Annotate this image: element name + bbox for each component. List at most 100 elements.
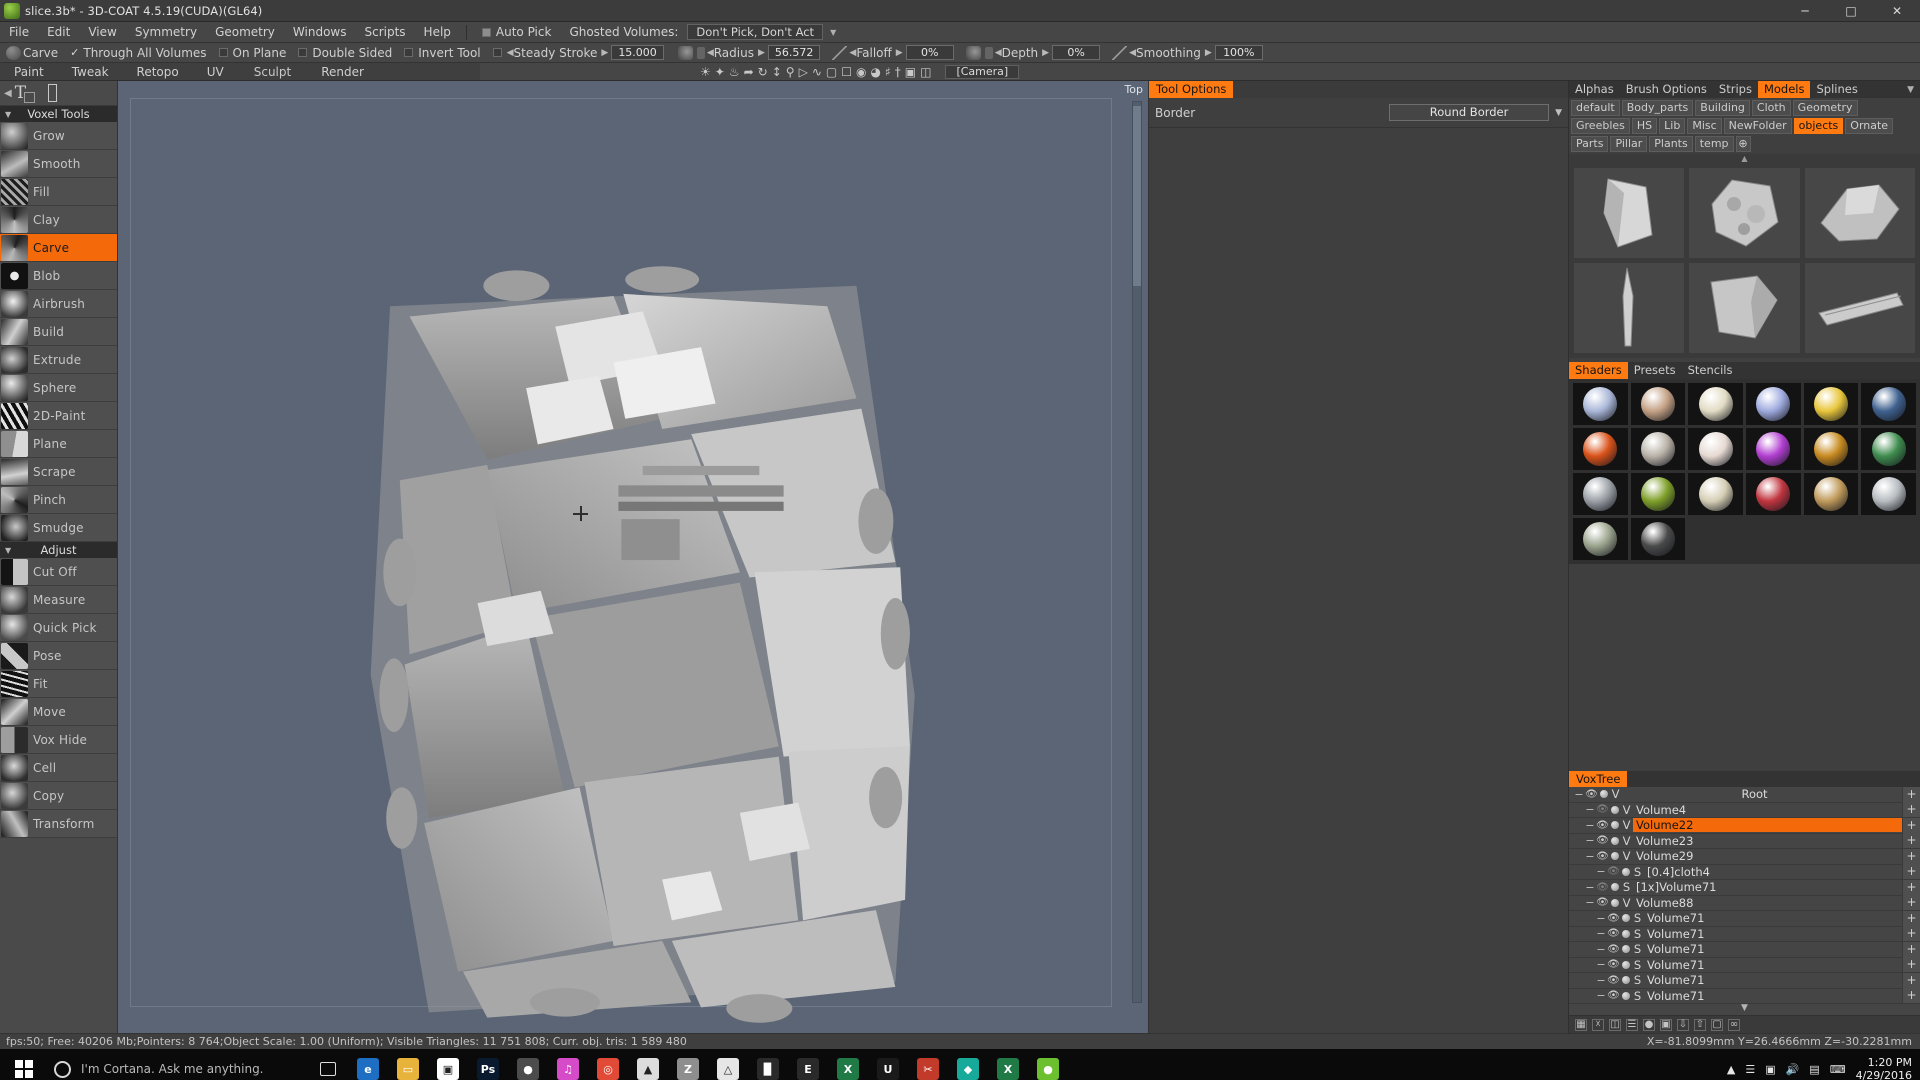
shader-ball-13[interactable] [1630,473,1686,515]
folder-pillar[interactable]: Pillar [1610,136,1648,152]
expand-toggle-icon[interactable]: − [1584,819,1596,832]
taskbar-app-explorer[interactable]: ▭ [388,1049,428,1080]
tool-clay[interactable]: Clay [0,206,117,234]
menu-file[interactable]: File [0,22,38,43]
folder-building[interactable]: Building [1695,100,1750,116]
tab-shaders[interactable]: Shaders [1569,362,1628,379]
model-thumb-rock-shard-c[interactable] [1803,167,1916,259]
curve-icon[interactable]: ∿ [812,65,822,79]
border-select[interactable]: Round Border ▼ [1389,104,1562,121]
tab-voxtree[interactable]: VoxTree [1569,771,1628,787]
menu-edit[interactable]: Edit [38,22,79,43]
folder-temp[interactable]: temp [1694,136,1734,152]
folder-misc[interactable]: Misc [1687,118,1722,134]
grid-icon[interactable]: ▦ [1575,1018,1587,1031]
add-layer-icon[interactable]: + [1902,910,1920,926]
chevron-up-icon[interactable]: ▲ [1727,1063,1735,1076]
taskbar-app-chrome[interactable]: ◎ [588,1049,628,1080]
color-swatch[interactable] [48,84,58,102]
clone-icon[interactable]: ▣ [1660,1018,1672,1031]
taskbar-app-excel[interactable]: X [828,1049,868,1080]
expand-toggle-icon[interactable]: − [1584,896,1596,909]
tool-move[interactable]: Move [0,698,117,726]
double-sided-checkbox[interactable] [298,48,308,57]
visibility-eye-icon[interactable]: 👁 [1607,913,1620,924]
falloff-value[interactable]: 0% [905,45,954,60]
layer-name[interactable]: [0.4]cloth4 [1644,865,1902,879]
radius-dec-icon[interactable]: ◀ [707,48,714,58]
tool-smooth[interactable]: Smooth [0,150,117,178]
radius-value[interactable]: 56.572 [767,45,821,60]
expand-toggle-icon[interactable]: − [1584,834,1596,847]
tool-plane[interactable]: Plane [0,430,117,458]
cortana-search-box[interactable]: I'm Cortana. Ask me anything. [48,1054,308,1080]
move-icon[interactable]: ➦ [744,65,754,79]
visibility-eye-icon[interactable]: 👁 [1596,820,1609,831]
taskbar-app-store[interactable]: ▣ [428,1049,468,1080]
tool-grow[interactable]: Grow [0,122,117,150]
shader-ball-15[interactable] [1746,473,1801,515]
close-button[interactable]: ✕ [1874,0,1920,22]
tool-measure[interactable]: Measure [0,586,117,614]
ghosted-volumes-select[interactable]: Don't Pick, Don't Act [687,24,824,40]
folder-geometry[interactable]: Geometry [1792,100,1858,116]
add-layer-icon[interactable]: + [1902,817,1920,833]
visibility-eye-icon[interactable]: 👁 [1607,866,1620,877]
voxtree-row[interactable]: − 👁 S [1x]Volume71 + [1569,879,1920,896]
taskbar-app-excel2[interactable]: X [988,1049,1028,1080]
radius-inc-icon[interactable]: ▶ [758,48,765,58]
expand-toggle-icon[interactable]: − [1595,912,1607,925]
flame-icon[interactable]: ♨ [729,65,740,79]
visibility-eye-icon[interactable]: 👁 [1596,804,1609,815]
menu-geometry[interactable]: Geometry [206,22,284,43]
maximize-button[interactable]: □ [1828,0,1874,22]
taskbar-app-epic-alt[interactable]: ▉ [748,1049,788,1080]
shader-ball-0[interactable] [1573,383,1628,425]
falloff-inc-icon[interactable]: ▶ [896,48,903,58]
add-layer-icon[interactable]: + [1902,957,1920,973]
visibility-eye-icon[interactable]: 👁 [1607,959,1620,970]
tool-copy[interactable]: Copy [0,782,117,810]
tab-alphas[interactable]: Alphas [1569,81,1620,98]
voxtree-row[interactable]: − 👁 V Volume22 + [1569,817,1920,834]
expand-toggle-icon[interactable]: − [1595,865,1607,878]
task-view-icon[interactable] [308,1049,348,1080]
taskbar-app-mountain[interactable]: △ [708,1049,748,1080]
model-thumb-spike-thin-d[interactable] [1573,262,1686,354]
export-icon[interactable]: ⇧ [1694,1018,1706,1031]
folder-plants[interactable]: Plants [1649,136,1693,152]
visibility-eye-icon[interactable]: 👁 [1607,944,1620,955]
folder-default[interactable]: default [1571,100,1620,116]
shader-ball-7[interactable] [1630,428,1686,470]
folder-body-parts[interactable]: Body_parts [1621,100,1694,116]
layer-sphere-icon[interactable] [1609,821,1620,830]
voxtree-row[interactable]: − 👁 V Volume29 + [1569,848,1920,865]
delete-icon[interactable]: ☓ [1592,1018,1604,1031]
tool-pinch[interactable]: Pinch [0,486,117,514]
layer-name[interactable]: Volume71 [1644,958,1902,972]
expand-toggle-icon[interactable]: − [1595,989,1607,1002]
add-layer-icon[interactable]: + [1902,802,1920,818]
play-icon[interactable]: ▷ [799,65,808,79]
camera-selector[interactable]: [Camera] [945,64,1020,79]
layer-name[interactable]: Volume71 [1644,989,1902,1003]
keyboard-icon[interactable]: ⌨ [1830,1063,1846,1076]
layer-sphere-icon[interactable] [1598,790,1609,799]
layer-sphere-icon[interactable] [1620,867,1631,876]
tool-fit[interactable]: Fit [0,670,117,698]
visibility-eye-icon[interactable]: 👁 [1585,789,1598,800]
tab-tool-options[interactable]: Tool Options [1149,81,1234,98]
folder-greebles[interactable]: Greebles [1571,118,1630,134]
steady-stroke-dec-icon[interactable]: ◀ [507,48,514,58]
layer-sphere-icon[interactable] [1609,883,1620,892]
taskbar-app-zbrush[interactable]: Z [668,1049,708,1080]
shader-ball-10[interactable] [1803,428,1859,470]
layer-sphere-icon[interactable] [1620,945,1631,954]
add-layer-icon[interactable]: + [1902,848,1920,864]
windows-start-icon[interactable] [0,1049,48,1080]
folder-lib[interactable]: Lib [1659,118,1686,134]
invert-tool-checkbox[interactable] [404,48,414,57]
voxtree-row[interactable]: − 👁 V Volume88 + [1569,895,1920,911]
add-layer-icon[interactable]: + [1902,972,1920,988]
tool-airbrush[interactable]: Airbrush [0,290,117,318]
